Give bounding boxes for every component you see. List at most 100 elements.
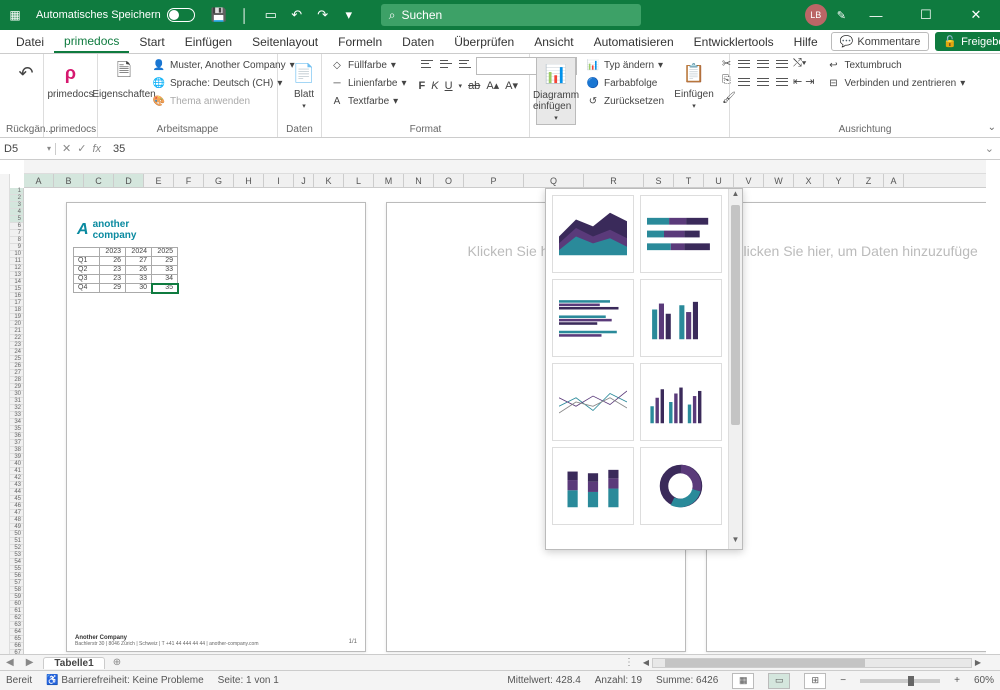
- cell[interactable]: 26: [126, 266, 152, 275]
- search-box[interactable]: ⌕ Suchen: [381, 4, 641, 26]
- sheet-tab-1[interactable]: Tabelle1: [43, 657, 104, 669]
- bold-button[interactable]: F: [419, 80, 426, 92]
- wrap-text-button[interactable]: ↩Textumbruch: [824, 57, 967, 73]
- cell[interactable]: Q2: [74, 266, 100, 275]
- insert-chart-button[interactable]: 📊Diagramm einfügen▾: [536, 57, 576, 125]
- name-box[interactable]: D5▾: [0, 143, 56, 155]
- row-11[interactable]: 11: [10, 258, 23, 265]
- fill-color-button[interactable]: ◇Füllfarbe ▾: [328, 57, 409, 73]
- cell[interactable]: 29: [152, 257, 178, 266]
- row-65[interactable]: 65: [10, 636, 23, 643]
- col-H[interactable]: H: [234, 174, 264, 187]
- col-Y[interactable]: Y: [824, 174, 854, 187]
- font-grow-button[interactable]: A▴: [486, 79, 499, 92]
- row-55[interactable]: 55: [10, 566, 23, 573]
- row-39[interactable]: 39: [10, 454, 23, 461]
- col-N[interactable]: N: [404, 174, 434, 187]
- col-I[interactable]: I: [264, 174, 294, 187]
- add-data-placeholder[interactable]: Klicken Sie hier, um Daten hinzuzufüge: [707, 203, 986, 259]
- zoom-slider[interactable]: [860, 679, 940, 683]
- sheet-area[interactable]: A anothercompany 2023 2024 2025 Q1262729…: [24, 188, 986, 654]
- row-32[interactable]: 32: [10, 405, 23, 412]
- row-44[interactable]: 44: [10, 489, 23, 496]
- col-L[interactable]: L: [344, 174, 374, 187]
- col-U[interactable]: U: [704, 174, 734, 187]
- active-cell[interactable]: 35: [152, 284, 178, 293]
- row-56[interactable]: 56: [10, 573, 23, 580]
- col-C[interactable]: C: [84, 174, 114, 187]
- scroll-thumb[interactable]: [731, 205, 740, 425]
- row-8[interactable]: 8: [10, 237, 23, 244]
- template-dropdown[interactable]: 👤Muster, Another Company ▾: [150, 57, 297, 73]
- language-dropdown[interactable]: 🌐Sprache: Deutsch (CH) ▾: [150, 75, 297, 91]
- col-T[interactable]: T: [674, 174, 704, 187]
- chart-option-hbar-stacked[interactable]: [640, 195, 722, 273]
- col-K[interactable]: K: [314, 174, 344, 187]
- chart-gallery-scrollbar[interactable]: ▲ ▼: [728, 189, 742, 549]
- row-42[interactable]: 42: [10, 475, 23, 482]
- row-38[interactable]: 38: [10, 447, 23, 454]
- tab-hilfe[interactable]: Hilfe: [784, 30, 828, 53]
- cell[interactable]: Q3: [74, 275, 100, 284]
- row-10[interactable]: 10: [10, 251, 23, 258]
- col-V[interactable]: V: [734, 174, 764, 187]
- row-63[interactable]: 63: [10, 622, 23, 629]
- row-34[interactable]: 34: [10, 419, 23, 426]
- row-62[interactable]: 62: [10, 615, 23, 622]
- strike-button[interactable]: ab: [468, 80, 480, 92]
- chart-option-hbar-grouped[interactable]: [552, 279, 634, 357]
- chart-option-line[interactable]: [552, 363, 634, 441]
- cell[interactable]: 23: [100, 266, 126, 275]
- row-1[interactable]: 1: [10, 188, 23, 195]
- col-A[interactable]: A: [884, 174, 904, 187]
- row-16[interactable]: 16: [10, 293, 23, 300]
- row-66[interactable]: 66: [10, 643, 23, 650]
- col-E[interactable]: E: [144, 174, 174, 187]
- view-pagebreak-button[interactable]: ⊞: [804, 673, 826, 689]
- tab-einfuegen[interactable]: Einfügen: [175, 30, 242, 53]
- row-43[interactable]: 43: [10, 482, 23, 489]
- col-D[interactable]: D: [114, 174, 144, 187]
- row-17[interactable]: 17: [10, 300, 23, 307]
- col-F[interactable]: F: [174, 174, 204, 187]
- scroll-down-icon[interactable]: ▼: [729, 535, 742, 549]
- row-6[interactable]: 6: [10, 223, 23, 230]
- paste-button[interactable]: 📋Einfügen▾: [674, 57, 714, 112]
- minimize-button[interactable]: ―: [856, 0, 896, 30]
- row-31[interactable]: 31: [10, 398, 23, 405]
- row-45[interactable]: 45: [10, 496, 23, 503]
- undo-history-icon[interactable]: ▭: [259, 3, 283, 27]
- zoom-out-button[interactable]: −: [840, 675, 846, 686]
- cell[interactable]: 33: [126, 275, 152, 284]
- row-14[interactable]: 14: [10, 279, 23, 286]
- halign-center[interactable]: [755, 75, 771, 89]
- col-S[interactable]: S: [644, 174, 674, 187]
- row-58[interactable]: 58: [10, 587, 23, 594]
- ribbon-collapse-icon[interactable]: ⌄: [988, 122, 996, 133]
- row-46[interactable]: 46: [10, 503, 23, 510]
- theme-button[interactable]: 🎨Thema anwenden: [150, 93, 297, 109]
- undo-button[interactable]: ↶: [6, 57, 46, 89]
- chart-reset-button[interactable]: ↺Zurücksetzen: [584, 93, 666, 109]
- row-53[interactable]: 53: [10, 552, 23, 559]
- col-J[interactable]: J: [294, 174, 314, 187]
- row-33[interactable]: 33: [10, 412, 23, 419]
- row-18[interactable]: 18: [10, 307, 23, 314]
- formula-expand-icon[interactable]: ⌄: [979, 142, 1000, 155]
- data-table[interactable]: 2023 2024 2025 Q1262729 Q2232633 Q323333…: [73, 247, 178, 293]
- orientation-button[interactable]: ⤭▾: [793, 57, 806, 71]
- comments-button[interactable]: 💬 Kommentare: [831, 32, 930, 51]
- row-41[interactable]: 41: [10, 468, 23, 475]
- save-icon[interactable]: 💾: [207, 3, 231, 27]
- pen-icon[interactable]: ✎: [837, 9, 846, 22]
- row-59[interactable]: 59: [10, 594, 23, 601]
- row-13[interactable]: 13: [10, 272, 23, 279]
- row-52[interactable]: 52: [10, 545, 23, 552]
- valign-bot[interactable]: [774, 57, 790, 71]
- row-50[interactable]: 50: [10, 531, 23, 538]
- row-47[interactable]: 47: [10, 510, 23, 517]
- col-Z[interactable]: Z: [854, 174, 884, 187]
- view-normal-button[interactable]: ▦: [732, 673, 754, 689]
- tab-formeln[interactable]: Formeln: [328, 30, 392, 53]
- row-35[interactable]: 35: [10, 426, 23, 433]
